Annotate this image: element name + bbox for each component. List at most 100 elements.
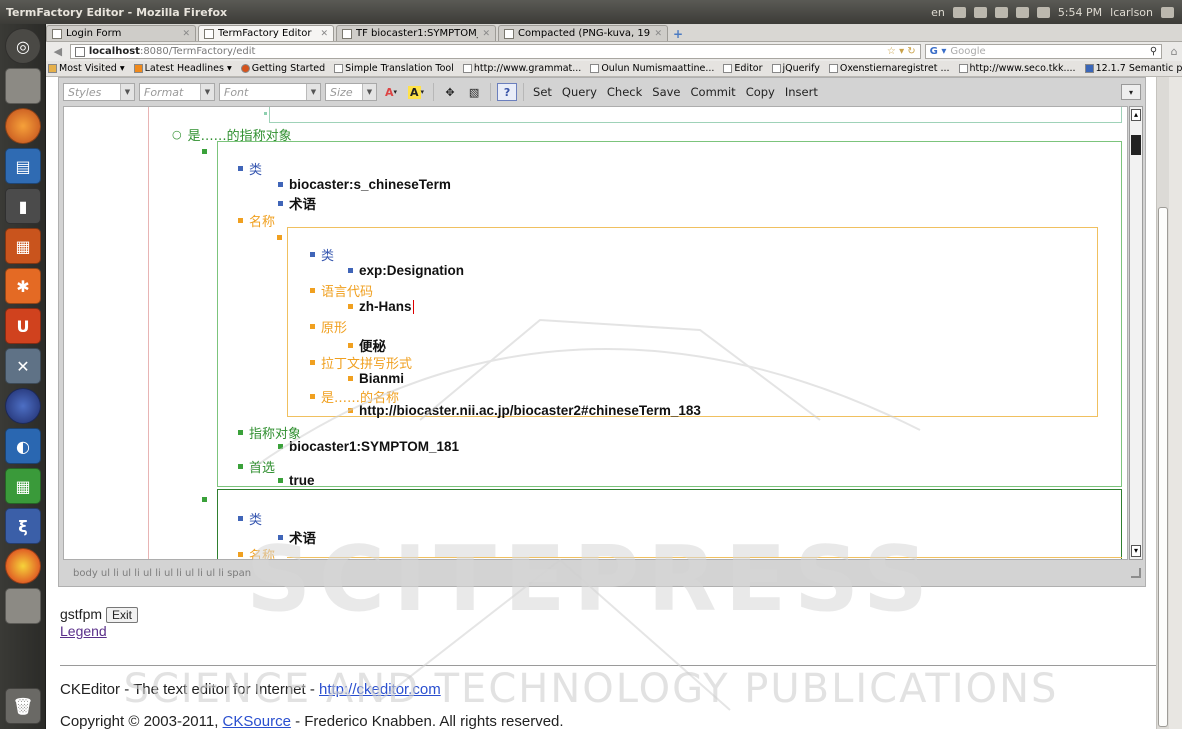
thunderbird-icon[interactable]: ◐ [5, 428, 41, 464]
show-blocks-icon[interactable]: ▧ [464, 83, 484, 101]
editor-scroll-thumb[interactable] [1131, 135, 1141, 155]
save-button[interactable]: Save [649, 83, 683, 101]
impress-icon[interactable]: ▦ [5, 228, 41, 264]
tree-node-preferred-value[interactable]: true [278, 473, 315, 488]
tree-node-name-of-value[interactable]: http://biocaster.nii.ac.jp/biocaster2#ch… [348, 403, 701, 418]
dash-home-icon[interactable]: ◎ [5, 28, 41, 64]
scroll-down-icon[interactable]: ▾ [1131, 545, 1141, 557]
commit-button[interactable]: Commit [688, 83, 739, 101]
tree-node-base-form[interactable]: 原形 [310, 317, 347, 336]
bookmark-semantic-portal[interactable]: 12.1.7 Semantic porta... [1084, 63, 1182, 74]
clock[interactable]: 5:54 PM [1058, 6, 1102, 19]
tree-node-base-form-value[interactable]: 便秘 [348, 335, 386, 355]
bookmark-star-icon[interactable]: ☆ ▾ ↻ [887, 46, 916, 57]
user-menu[interactable]: lcarlson [1110, 6, 1153, 19]
tree-node-class-value[interactable]: 术语 [278, 193, 316, 213]
software-center-icon[interactable]: ✱ [5, 268, 41, 304]
home-folder-icon[interactable] [5, 68, 41, 104]
tree-node-language-code-value[interactable]: zh-Hans [348, 299, 414, 314]
bookmark-most-visited[interactable]: Most Visited ▾ [48, 63, 125, 74]
search-icon[interactable]: ⚲ [1150, 46, 1157, 57]
system-settings-icon[interactable]: ✕ [5, 348, 41, 384]
size-combo[interactable]: Size ▼ [325, 83, 377, 101]
tree-node-latin-spelling[interactable]: 拉丁文拼写形式 [310, 353, 412, 372]
close-tab-icon[interactable]: ✕ [320, 29, 328, 39]
font-combo[interactable]: Font ▼ [219, 83, 321, 101]
url-bar[interactable]: localhost :8080/TermFactory/edit ☆ ▾ ↻ [69, 44, 921, 59]
tree-node-inner-class-value[interactable]: exp:Designation [348, 263, 464, 278]
tab-tf-symptom[interactable]: TF biocaster1:SYMPTOM_181 ✕ [336, 25, 496, 41]
exit-button[interactable]: Exit [106, 607, 139, 623]
collapse-toolbar-icon[interactable]: ▾ [1121, 84, 1141, 100]
bookmark-seco[interactable]: http://www.seco.tkk.... [958, 63, 1076, 74]
mail-icon[interactable] [973, 6, 987, 18]
tree-node-name[interactable]: 名称 [238, 211, 275, 230]
bookmark-editor[interactable]: Editor [723, 63, 763, 74]
maximize-icon[interactable]: ✥ [440, 83, 460, 101]
site-identity-icon[interactable] [74, 46, 85, 57]
insert-button[interactable]: Insert [782, 83, 821, 101]
keyboard-layout-indicator[interactable]: en [931, 6, 945, 19]
trash-icon[interactable]: 🗑 [5, 688, 41, 724]
bookmark-simple-translation[interactable]: Simple Translation Tool [334, 63, 454, 74]
power-icon[interactable] [1161, 6, 1174, 18]
bookmark-oulun[interactable]: Oulun Numismaattine... [590, 63, 714, 74]
chrome-icon[interactable] [5, 548, 41, 584]
page-scrollbar[interactable] [1156, 77, 1182, 729]
set-button[interactable]: Set [530, 83, 555, 101]
help-button[interactable]: ? [497, 83, 518, 101]
resize-handle-icon[interactable] [1131, 568, 1141, 578]
bookmark-latest-headlines[interactable]: Latest Headlines ▾ [133, 63, 232, 74]
bookmark-getting-started[interactable]: Getting Started [240, 63, 325, 74]
tree-node-class-value[interactable]: biocaster:s_chineseTerm [278, 177, 451, 192]
tree-node-inner-class[interactable]: 类 [310, 245, 334, 264]
tree-node-latin-spelling-value[interactable]: Bianmi [348, 371, 404, 386]
tree-node-second-class[interactable]: 类 [238, 509, 262, 528]
tab-compacted[interactable]: Compacted (PNG-kuva, 192... ✕ [498, 25, 668, 41]
back-button[interactable]: ◀ [50, 45, 66, 59]
cksource-link[interactable]: CKSource [223, 713, 291, 729]
google-icon[interactable]: G ▾ [930, 46, 947, 57]
tree-node-preferred[interactable]: 首选 [238, 457, 275, 476]
ubuntu-one-icon[interactable]: U [5, 308, 41, 344]
check-button[interactable]: Check [604, 83, 645, 101]
elements-path[interactable]: body ul li ul li ul li ul li ul li ul li… [63, 562, 1141, 584]
bookmark-jquerify[interactable]: jQuerify [771, 63, 820, 74]
tree-node-referent-value[interactable]: biocaster1:SYMPTOM_181 [278, 439, 459, 454]
text-color-icon[interactable]: A ▾ [381, 83, 401, 101]
tab-login-form[interactable]: Login Form ✕ [46, 25, 196, 41]
close-tab-icon[interactable]: ✕ [182, 29, 190, 39]
search-bar[interactable]: G ▾ Google ⚲ [924, 44, 1163, 59]
home-icon[interactable]: ⌂ [1166, 45, 1182, 59]
background-color-icon[interactable]: A ▾ [405, 83, 427, 101]
styles-combo[interactable]: Styles ▼ [63, 83, 135, 101]
tree-node-language-code[interactable]: 语言代码 [310, 281, 373, 300]
emacs-icon[interactable]: ξ [5, 508, 41, 544]
tree-node-second-name[interactable]: 名称 [238, 545, 275, 559]
volume-icon[interactable] [1036, 6, 1050, 18]
files-icon[interactable] [5, 588, 41, 624]
legend-link[interactable]: Legend [60, 623, 107, 639]
tree-node-second-class-value[interactable]: 术语 [278, 527, 316, 547]
signal-icon[interactable] [1015, 6, 1029, 18]
tree-node-class[interactable]: 类 [238, 159, 262, 178]
format-combo[interactable]: Format ▼ [139, 83, 215, 101]
editor-content-area[interactable]: ○ 是……的指称对象 类 biocaster:s_chineseTerm 术语 [63, 106, 1128, 560]
eclipse-icon[interactable] [5, 388, 41, 424]
terminal-icon[interactable]: ▮ [5, 188, 41, 224]
query-button[interactable]: Query [559, 83, 600, 101]
copy-button[interactable]: Copy [743, 83, 778, 101]
network-icon[interactable] [952, 6, 966, 18]
bookmark-oxenstierna[interactable]: Oxenstiernaregistret ... [828, 63, 950, 74]
battery-icon[interactable] [994, 6, 1008, 18]
new-tab-button[interactable]: + [670, 27, 686, 41]
page-scroll-thumb[interactable] [1158, 207, 1168, 727]
close-tab-icon[interactable]: ✕ [654, 29, 662, 39]
bookmark-grammat[interactable]: http://www.grammat... [462, 63, 581, 74]
editor-scrollbar[interactable]: ▴ ▾ [1129, 106, 1143, 560]
tab-termfactory-editor[interactable]: TermFactory Editor ✕ [198, 25, 334, 41]
ckeditor-link[interactable]: http://ckeditor.com [319, 681, 441, 698]
scroll-up-icon[interactable]: ▴ [1131, 109, 1141, 121]
firefox-icon[interactable] [5, 108, 41, 144]
close-tab-icon[interactable]: ✕ [482, 29, 490, 39]
